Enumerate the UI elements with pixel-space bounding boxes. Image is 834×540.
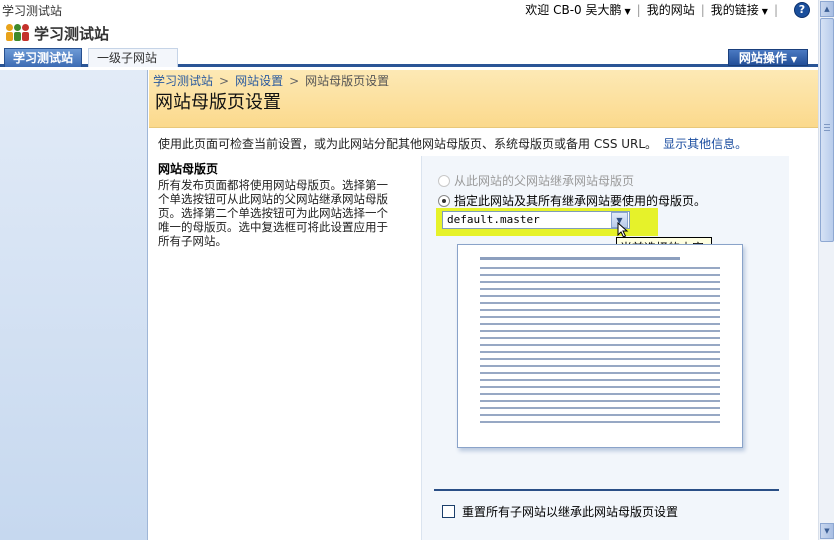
welcome-text: 欢迎 CB-0 吴大鹏 [525, 3, 622, 17]
top-site-name-link[interactable]: 学习测试站 [2, 2, 62, 19]
reset-subsites-option: 重置所有子网站以继承此网站母版页设置 [442, 503, 678, 520]
people-logo-icon [6, 24, 30, 44]
breadcrumb: 学习测试站 > 网站设置 > 网站母版页设置 [153, 72, 389, 89]
chevron-down-icon: ▼ [761, 7, 768, 16]
show-more-info-link[interactable]: 显示其他信息。 [663, 137, 747, 151]
vertical-scrollbar[interactable]: ▲ ▼ [818, 0, 834, 540]
welcome-menu[interactable]: 欢迎 CB-0 吴大鹏 ▼ [525, 1, 630, 18]
my-links-text: 我的链接 [710, 3, 759, 17]
scroll-down-button[interactable]: ▼ [820, 523, 834, 539]
tab-subsite[interactable]: 一级子网站▼ [88, 48, 178, 82]
my-links-menu[interactable]: 我的链接 ▼ [711, 1, 768, 18]
my-site-link[interactable]: 我的网站 [647, 1, 695, 18]
site-title[interactable]: 学习测试站 [34, 23, 109, 44]
breadcrumb-home-link[interactable]: 学习测试站 [153, 74, 213, 88]
top-user-links: 欢迎 CB-0 吴大鹏 ▼ | 我的网站 | 我的链接 ▼ | ? [525, 1, 810, 18]
specify-option: 指定此网站及其所有继承网站要使用的母版页。 [438, 192, 706, 209]
master-page-preview [457, 244, 743, 448]
specify-radio-label: 指定此网站及其所有继承网站要使用的母版页。 [454, 194, 707, 208]
separator: | [773, 2, 778, 17]
site-title-bar: 学习测试站 [0, 20, 818, 48]
breadcrumb-site-settings-link[interactable]: 网站设置 [235, 74, 283, 88]
section-description-panel: 网站母版页 所有发布页面都将使用网站母版页。选择第一个单选按钮可从此网站的父网站… [149, 156, 421, 540]
tab-home-site[interactable]: 学习测试站 [4, 48, 83, 67]
scroll-thumb[interactable] [820, 18, 834, 242]
page-header: 学习测试站 > 网站设置 > 网站母版页设置 网站母版页设置 [149, 70, 818, 128]
reset-subsites-checkbox[interactable] [442, 505, 455, 518]
master-page-select[interactable]: default.master [442, 211, 630, 229]
global-top-bar: 学习测试站 欢迎 CB-0 吴大鹏 ▼ | 我的网站 | 我的链接 ▼ | ? [0, 0, 818, 20]
section-divider [434, 489, 779, 491]
breadcrumb-separator: > [289, 74, 300, 88]
chevron-down-icon: ▼ [790, 55, 797, 64]
breadcrumb-current: 网站母版页设置 [305, 74, 390, 88]
master-page-options-panel: 从此网站的父网站继承网站母版页 指定此网站及其所有继承网站要使用的母版页。 de… [421, 156, 789, 540]
inherit-radio[interactable] [438, 174, 450, 187]
scroll-up-button[interactable]: ▲ [820, 1, 834, 17]
description-text: 使用此页面可检查当前设置，或为此网站分配其他网站母版页、系统母版页或备用 CSS… [158, 137, 658, 151]
site-actions-label: 网站操作 [738, 51, 787, 65]
tab-label: 学习测试站 [13, 51, 74, 65]
breadcrumb-separator: > [219, 74, 230, 88]
page-description: 使用此页面可检查当前设置，或为此网站分配其他网站母版页、系统母版页或备用 CSS… [158, 135, 747, 152]
section-body-text: 所有发布页面都将使用网站母版页。选择第一个单选按钮可从此网站的父网站继承网站母版… [158, 178, 388, 248]
separator: | [700, 2, 705, 17]
site-actions-menu[interactable]: 网站操作 ▼ [727, 49, 808, 66]
arrow-up-icon: ▲ [824, 5, 830, 13]
tab-label: 一级子网站 [97, 51, 158, 65]
page-title: 网站母版页设置 [155, 92, 281, 113]
chevron-down-icon: ▼ [624, 7, 631, 16]
reset-subsites-label: 重置所有子网站以继承此网站母版页设置 [462, 505, 679, 519]
mouse-pointer-icon [617, 222, 629, 238]
help-icon[interactable]: ? [794, 1, 810, 18]
inherit-option: 从此网站的父网站继承网站母版页 [438, 172, 634, 189]
left-navigation-panel [0, 70, 148, 540]
top-nav-tabs: 学习测试站 一级子网站▼ 网站操作▼ [0, 48, 818, 82]
separator: | [636, 2, 641, 17]
inherit-radio-label: 从此网站的父网站继承网站母版页 [454, 174, 635, 188]
specify-radio[interactable] [438, 194, 450, 207]
section-heading: 网站母版页 [158, 162, 219, 176]
arrow-down-icon: ▼ [824, 527, 830, 535]
